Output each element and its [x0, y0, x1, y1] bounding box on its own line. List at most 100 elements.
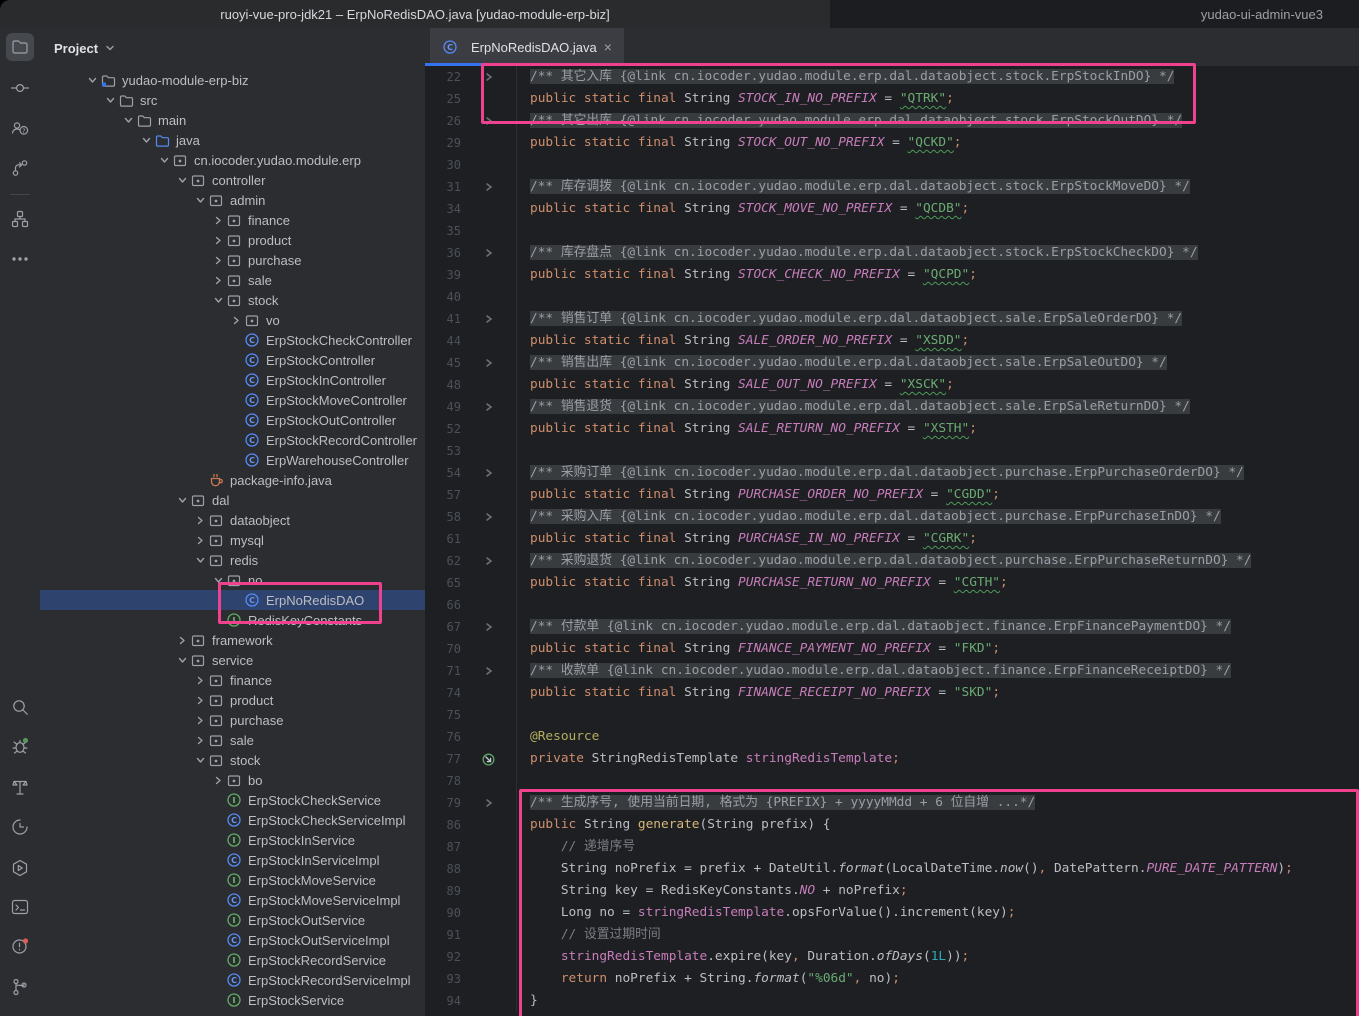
tree-item-no[interactable]: no — [40, 570, 425, 590]
code-text[interactable] — [516, 286, 1359, 308]
code-line-49[interactable]: 49/** 销售退货 {@link cn.iocoder.yudao.modul… — [425, 396, 1359, 418]
code-line-26[interactable]: 26/** 其它出库 {@link cn.iocoder.yudao.modul… — [425, 110, 1359, 132]
code-text[interactable]: /** 库存盘点 {@link cn.iocoder.yudao.module.… — [516, 242, 1359, 264]
tab-close-icon[interactable]: × — [604, 40, 612, 54]
tree-item-dataobject[interactable]: dataobject — [40, 510, 425, 530]
tree-item-dal[interactable]: dal — [40, 490, 425, 510]
code-line-58[interactable]: 58/** 采购入库 {@link cn.iocoder.yudao.modul… — [425, 506, 1359, 528]
code-text[interactable]: public static final String STOCK_IN_NO_P… — [516, 88, 1359, 110]
chevron-right-icon[interactable] — [210, 212, 226, 228]
code-text[interactable]: public static final String PURCHASE_RETU… — [516, 572, 1359, 594]
tree-item-purchase[interactable]: purchase — [40, 250, 425, 270]
git-icon[interactable] — [6, 973, 34, 1001]
code-text[interactable]: public static final String FINANCE_RECEI… — [516, 682, 1359, 704]
chevron-down-icon[interactable] — [102, 92, 118, 108]
code-text[interactable]: /** 付款单 {@link cn.iocoder.yudao.module.e… — [516, 616, 1359, 638]
project-folder-icon[interactable] — [6, 33, 34, 61]
code-text[interactable]: /** 采购退货 {@link cn.iocoder.yudao.module.… — [516, 550, 1359, 572]
tree-item-src[interactable]: src — [40, 90, 425, 110]
chevron-right-icon[interactable] — [210, 272, 226, 288]
code-line-31[interactable]: 31/** 库存调拨 {@link cn.iocoder.yudao.modul… — [425, 176, 1359, 198]
tree-item-vo[interactable]: vo — [40, 310, 425, 330]
tree-item-package-info-java[interactable]: package-info.java — [40, 470, 425, 490]
fold-arrow-icon[interactable] — [461, 352, 516, 374]
tree-item-erpstockrecordserviceimpl[interactable]: CErpStockRecordServiceImpl — [40, 970, 425, 990]
chevron-down-icon[interactable] — [120, 112, 136, 128]
problems-icon[interactable] — [6, 932, 34, 960]
tree-item-mysql[interactable]: mysql — [40, 530, 425, 550]
code-line-25[interactable]: 25public static final String STOCK_IN_NO… — [425, 88, 1359, 110]
chevron-right-icon[interactable] — [192, 672, 208, 688]
tree-item-erpstockcontroller[interactable]: CErpStockController — [40, 350, 425, 370]
tree-item-product[interactable]: product — [40, 690, 425, 710]
code-text[interactable]: @Resource — [516, 726, 1359, 748]
fold-arrow-icon[interactable] — [461, 242, 516, 264]
code-line-34[interactable]: 34public static final String STOCK_MOVE_… — [425, 198, 1359, 220]
search-icon[interactable] — [6, 693, 34, 721]
code-text[interactable]: /** 销售订单 {@link cn.iocoder.yudao.module.… — [516, 308, 1359, 330]
commit-icon[interactable] — [6, 74, 34, 102]
tree-item-service[interactable]: service — [40, 650, 425, 670]
code-text[interactable]: public static final String SALE_RETURN_N… — [516, 418, 1359, 440]
code-text[interactable]: /** 生成序号, 使用当前日期, 格式为 {PREFIX} + yyyyMMd… — [516, 792, 1359, 814]
more-tools-icon[interactable] — [6, 245, 34, 273]
code-line-94[interactable]: 94} — [425, 990, 1359, 1012]
code-line-53[interactable]: 53 — [425, 440, 1359, 462]
code-line-41[interactable]: 41/** 销售订单 {@link cn.iocoder.yudao.modul… — [425, 308, 1359, 330]
fold-arrow-icon[interactable] — [461, 550, 516, 572]
fold-arrow-icon[interactable] — [461, 462, 516, 484]
code-line-92[interactable]: 92 stringRedisTemplate.expire(key, Durat… — [425, 946, 1359, 968]
code-line-77[interactable]: 77private StringRedisTemplate stringRedi… — [425, 748, 1359, 770]
tree-item-erpstockoutserviceimpl[interactable]: CErpStockOutServiceImpl — [40, 930, 425, 950]
code-line-35[interactable]: 35 — [425, 220, 1359, 242]
tree-item-finance[interactable]: finance — [40, 210, 425, 230]
code-text[interactable] — [516, 154, 1359, 176]
tree-item-erpstockcheckcontroller[interactable]: CErpStockCheckController — [40, 330, 425, 350]
tree-item-rediskeyconstants[interactable]: IRedisKeyConstants — [40, 610, 425, 630]
tree-item-erpstockrecordcontroller[interactable]: CErpStockRecordController — [40, 430, 425, 450]
code-line-45[interactable]: 45/** 销售出库 {@link cn.iocoder.yudao.modul… — [425, 352, 1359, 374]
chevron-down-icon[interactable] — [138, 132, 154, 148]
project-panel-header[interactable]: Project — [54, 28, 116, 68]
code-line-87[interactable]: 87 // 递增序号 — [425, 836, 1359, 858]
chevron-down-icon[interactable] — [210, 572, 226, 588]
chevron-down-icon[interactable] — [174, 492, 190, 508]
code-text[interactable]: public static final String SALE_OUT_NO_P… — [516, 374, 1359, 396]
tree-item-yudao-module-erp-biz[interactable]: yudao-module-erp-biz — [40, 70, 425, 90]
chevron-right-icon[interactable] — [174, 632, 190, 648]
code-text[interactable] — [516, 704, 1359, 726]
code-text[interactable] — [516, 594, 1359, 616]
code-line-29[interactable]: 29public static final String STOCK_OUT_N… — [425, 132, 1359, 154]
tree-item-erpstockinservice[interactable]: IErpStockInService — [40, 830, 425, 850]
chevron-down-icon[interactable] — [192, 752, 208, 768]
code-line-48[interactable]: 48public static final String SALE_OUT_NO… — [425, 374, 1359, 396]
fold-arrow-icon[interactable] — [461, 506, 516, 528]
chevron-down-icon[interactable] — [104, 42, 116, 54]
code-text[interactable]: public static final String PURCHASE_ORDE… — [516, 484, 1359, 506]
code-line-75[interactable]: 75 — [425, 704, 1359, 726]
code-text[interactable]: // 递增序号 — [516, 836, 1359, 858]
tree-item-cn-iocoder-yudao-module-erp[interactable]: cn.iocoder.yudao.module.erp — [40, 150, 425, 170]
fold-arrow-icon[interactable] — [461, 660, 516, 682]
chevron-right-icon[interactable] — [192, 692, 208, 708]
code-text[interactable]: stringRedisTemplate.expire(key, Duration… — [516, 946, 1359, 968]
code-text[interactable]: /** 其它入库 {@link cn.iocoder.yudao.module.… — [516, 66, 1359, 88]
code-line-78[interactable]: 78 — [425, 770, 1359, 792]
tree-item-java[interactable]: java — [40, 130, 425, 150]
code-line-39[interactable]: 39public static final String STOCK_CHECK… — [425, 264, 1359, 286]
code-line-22[interactable]: 22/** 其它入库 {@link cn.iocoder.yudao.modul… — [425, 66, 1359, 88]
code-text[interactable]: /** 销售退货 {@link cn.iocoder.yudao.module.… — [516, 396, 1359, 418]
tree-item-framework[interactable]: framework — [40, 630, 425, 650]
tree-item-sale[interactable]: sale — [40, 730, 425, 750]
chevron-down-icon[interactable] — [192, 192, 208, 208]
code-text[interactable]: /** 采购入库 {@link cn.iocoder.yudao.module.… — [516, 506, 1359, 528]
tree-item-controller[interactable]: controller — [40, 170, 425, 190]
code-line-40[interactable]: 40 — [425, 286, 1359, 308]
fold-arrow-icon[interactable] — [461, 792, 516, 814]
tree-item-admin[interactable]: admin — [40, 190, 425, 210]
tree-item-erpwarehousecontroller[interactable]: CErpWarehouseController — [40, 450, 425, 470]
debug-icon[interactable] — [6, 732, 34, 760]
code-text[interactable] — [516, 440, 1359, 462]
terminal-icon[interactable] — [6, 893, 34, 921]
tree-item-erpstockincontroller[interactable]: CErpStockInController — [40, 370, 425, 390]
